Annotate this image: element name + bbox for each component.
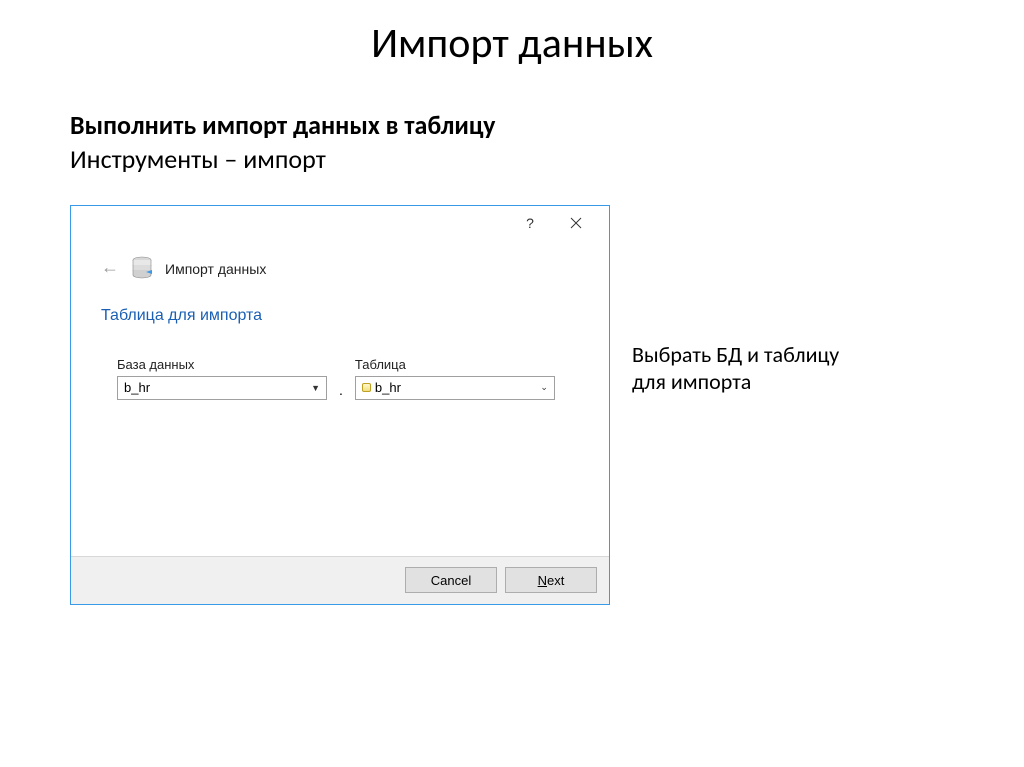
help-button[interactable]: ? <box>507 210 553 236</box>
database-label: База данных <box>117 357 327 372</box>
import-dialog: ? ← <box>70 205 610 605</box>
close-button[interactable] <box>553 210 599 236</box>
side-note-line1: Выбрать БД и таблицу <box>632 341 839 369</box>
instruction-bold: Выполнить импорт данных в таблицу <box>70 109 954 143</box>
database-value: b_hr <box>124 380 150 395</box>
next-button[interactable]: Next <box>505 567 597 593</box>
breadcrumb-text: Импорт данных <box>165 261 266 277</box>
dialog-titlebar: ? <box>71 206 609 238</box>
cancel-label: Cancel <box>431 573 471 588</box>
cancel-button[interactable]: Cancel <box>405 567 497 593</box>
next-label: Next <box>538 573 565 588</box>
instruction-regular: Инструменты – импорт <box>70 143 954 177</box>
slide-title: Импорт данных <box>70 18 954 69</box>
close-icon <box>570 217 582 229</box>
section-title: Таблица для импорта <box>101 307 587 325</box>
back-arrow-icon[interactable]: ← <box>101 257 119 278</box>
separator-dot: . <box>337 382 345 400</box>
chevron-down-icon: ⌄ <box>540 382 548 393</box>
table-select[interactable]: b_hr ⌄ <box>355 376 555 400</box>
table-icon <box>362 383 371 392</box>
table-label: Таблица <box>355 357 555 372</box>
table-value: b_hr <box>375 380 401 395</box>
database-select[interactable]: b_hr ▼ <box>117 376 327 400</box>
chevron-down-icon: ▼ <box>311 383 320 393</box>
database-icon <box>131 256 153 283</box>
side-note-line2: для импорта <box>632 368 839 396</box>
breadcrumb-row: ← Импорт данных <box>101 256 587 283</box>
side-note: Выбрать БД и таблицу для импорта <box>632 341 839 396</box>
dialog-footer: Cancel Next <box>71 556 609 604</box>
